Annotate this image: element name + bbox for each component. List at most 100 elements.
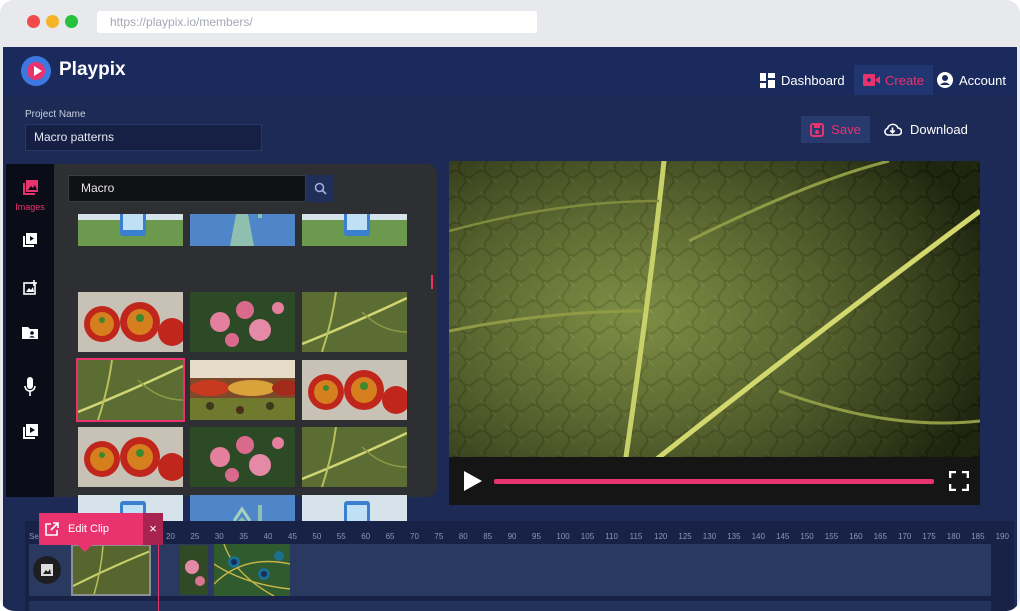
rail-item-videos[interactable] [6, 233, 54, 252]
ruler-tick: 95 [532, 532, 541, 541]
edit-clip-button[interactable]: Edit Clip [39, 513, 143, 545]
ruler-tick: 75 [434, 532, 444, 541]
media-type-rail: Images [6, 164, 54, 497]
thumbnail-soup-bowls[interactable] [78, 427, 183, 487]
peacock-clip-thumb [214, 544, 290, 596]
ruler-tick: 185 [971, 532, 985, 541]
ruler-tick: 150 [800, 532, 814, 541]
play-library-icon [22, 424, 38, 439]
rail-item-audio[interactable] [6, 377, 54, 402]
timeline-playhead[interactable] [158, 544, 159, 611]
rail-item-playlist[interactable] [6, 424, 54, 444]
ruler-tick: 180 [946, 532, 961, 541]
url-bar[interactable]: https://playpix.io/members/ [97, 11, 537, 33]
download-button-label: Download [910, 122, 968, 137]
ruler-tick: 170 [898, 532, 912, 541]
ruler-tick: 70 [410, 532, 419, 541]
leaf-preview-image [449, 161, 980, 505]
ruler-tick: 65 [385, 532, 395, 541]
ruler-tick: 60 [361, 532, 371, 541]
leaf-clip-thumb [73, 546, 149, 594]
thumbnail-market-spices[interactable] [190, 360, 295, 420]
edit-clip-label: Edit Clip [68, 523, 109, 535]
project-name-label: Project Name [25, 109, 86, 120]
media-search-input[interactable]: Macro [68, 175, 306, 202]
edit-clip-caret [78, 545, 92, 552]
browser-toolbar: https://playpix.io/members/ [0, 0, 1020, 46]
thumbnail-pink-roses[interactable] [190, 427, 295, 487]
ruler-tick: 160 [849, 532, 863, 541]
nav-account[interactable]: Account [937, 65, 1006, 95]
scrollbar-indicator[interactable] [431, 275, 433, 289]
project-name-input[interactable]: Macro patterns [25, 124, 262, 151]
video-camera-icon [863, 74, 880, 86]
media-library-panel: Macro [54, 164, 437, 528]
thumbnail-phone[interactable] [78, 214, 183, 246]
ruler-tick: 80 [458, 532, 468, 541]
ruler-tick: 130 [702, 532, 717, 541]
ruler-tick: 30 [214, 532, 224, 541]
audio-track[interactable] [29, 601, 991, 611]
close-window-dot[interactable] [27, 15, 40, 28]
ruler-tick: 190 [995, 532, 1009, 541]
rail-item-images[interactable]: Images [6, 180, 54, 212]
thumbnail-statue-of-liberty[interactable] [190, 214, 295, 246]
timeline-ruler: Second 202530354045505560657075808590951… [25, 531, 1014, 545]
thumbnail-phone[interactable] [302, 214, 407, 246]
ruler-tick: 105 [580, 532, 595, 541]
thumbnail-green-leaf[interactable] [76, 358, 185, 422]
nav-create-label: Create [885, 72, 925, 88]
nav-dashboard[interactable]: Dashboard [760, 65, 845, 95]
video-library-icon [23, 233, 37, 247]
top-navbar: Playpix Dashboard Create Account [3, 47, 1017, 95]
ruler-tick: 125 [678, 532, 692, 541]
playpix-logo-icon[interactable] [21, 56, 51, 86]
ruler-tick: 120 [654, 532, 668, 541]
cloud-download-icon [884, 123, 902, 136]
nav-account-label: Account [959, 72, 1006, 88]
minimize-window-dot[interactable] [46, 15, 59, 28]
rail-item-add-photo[interactable] [6, 280, 54, 300]
ruler-tick: 140 [751, 532, 765, 541]
video-preview[interactable] [449, 161, 980, 505]
thumbnail-pink-roses[interactable] [190, 292, 295, 352]
timeline: Second 202530354045505560657075808590951… [25, 521, 1014, 611]
nav-create[interactable]: Create [854, 65, 934, 95]
ruler-tick: 25 [190, 532, 200, 541]
browser-window: https://playpix.io/members/ Playpix Dash… [0, 0, 1020, 611]
track-image-badge[interactable] [33, 556, 61, 584]
thumbnail-soup-bowls[interactable] [302, 360, 407, 420]
ruler-tick: 45 [288, 532, 297, 541]
images-icon [22, 180, 38, 195]
maximize-window-dot[interactable] [65, 15, 78, 28]
timeline-clip-roses[interactable] [180, 545, 208, 595]
timeline-clip-peacock[interactable] [214, 544, 290, 596]
edit-external-icon [45, 522, 59, 536]
save-icon [810, 122, 825, 137]
nav-dashboard-label: Dashboard [781, 72, 845, 88]
ruler-tick: 165 [873, 532, 887, 541]
save-button-label: Save [831, 122, 861, 137]
search-button[interactable] [306, 175, 334, 202]
download-button[interactable]: Download [883, 116, 968, 143]
thumbnail-soup-bowls[interactable] [78, 292, 183, 352]
playback-progress-bar[interactable] [494, 479, 934, 484]
fullscreen-icon[interactable] [949, 471, 969, 491]
ruler-tick: 85 [483, 532, 493, 541]
ruler-tick: 110 [605, 532, 618, 541]
ruler-tick: 155 [824, 532, 839, 541]
video-track[interactable] [29, 544, 991, 596]
ruler-tick: 40 [263, 532, 273, 541]
close-edit-clip-button[interactable]: × [143, 513, 163, 545]
rail-item-images-label: Images [15, 202, 45, 212]
microphone-icon [24, 377, 36, 396]
save-button[interactable]: Save [801, 116, 870, 143]
brand-name[interactable]: Playpix [59, 59, 126, 81]
thumbnail-green-leaf[interactable] [302, 427, 407, 487]
ruler-tick: 20 [166, 532, 175, 541]
rail-item-folder[interactable] [6, 326, 54, 344]
thumbnail-green-leaf[interactable] [302, 292, 407, 352]
ruler-tick: 100 [556, 532, 570, 541]
ruler-tick: 145 [776, 532, 790, 541]
play-icon[interactable] [464, 471, 482, 491]
